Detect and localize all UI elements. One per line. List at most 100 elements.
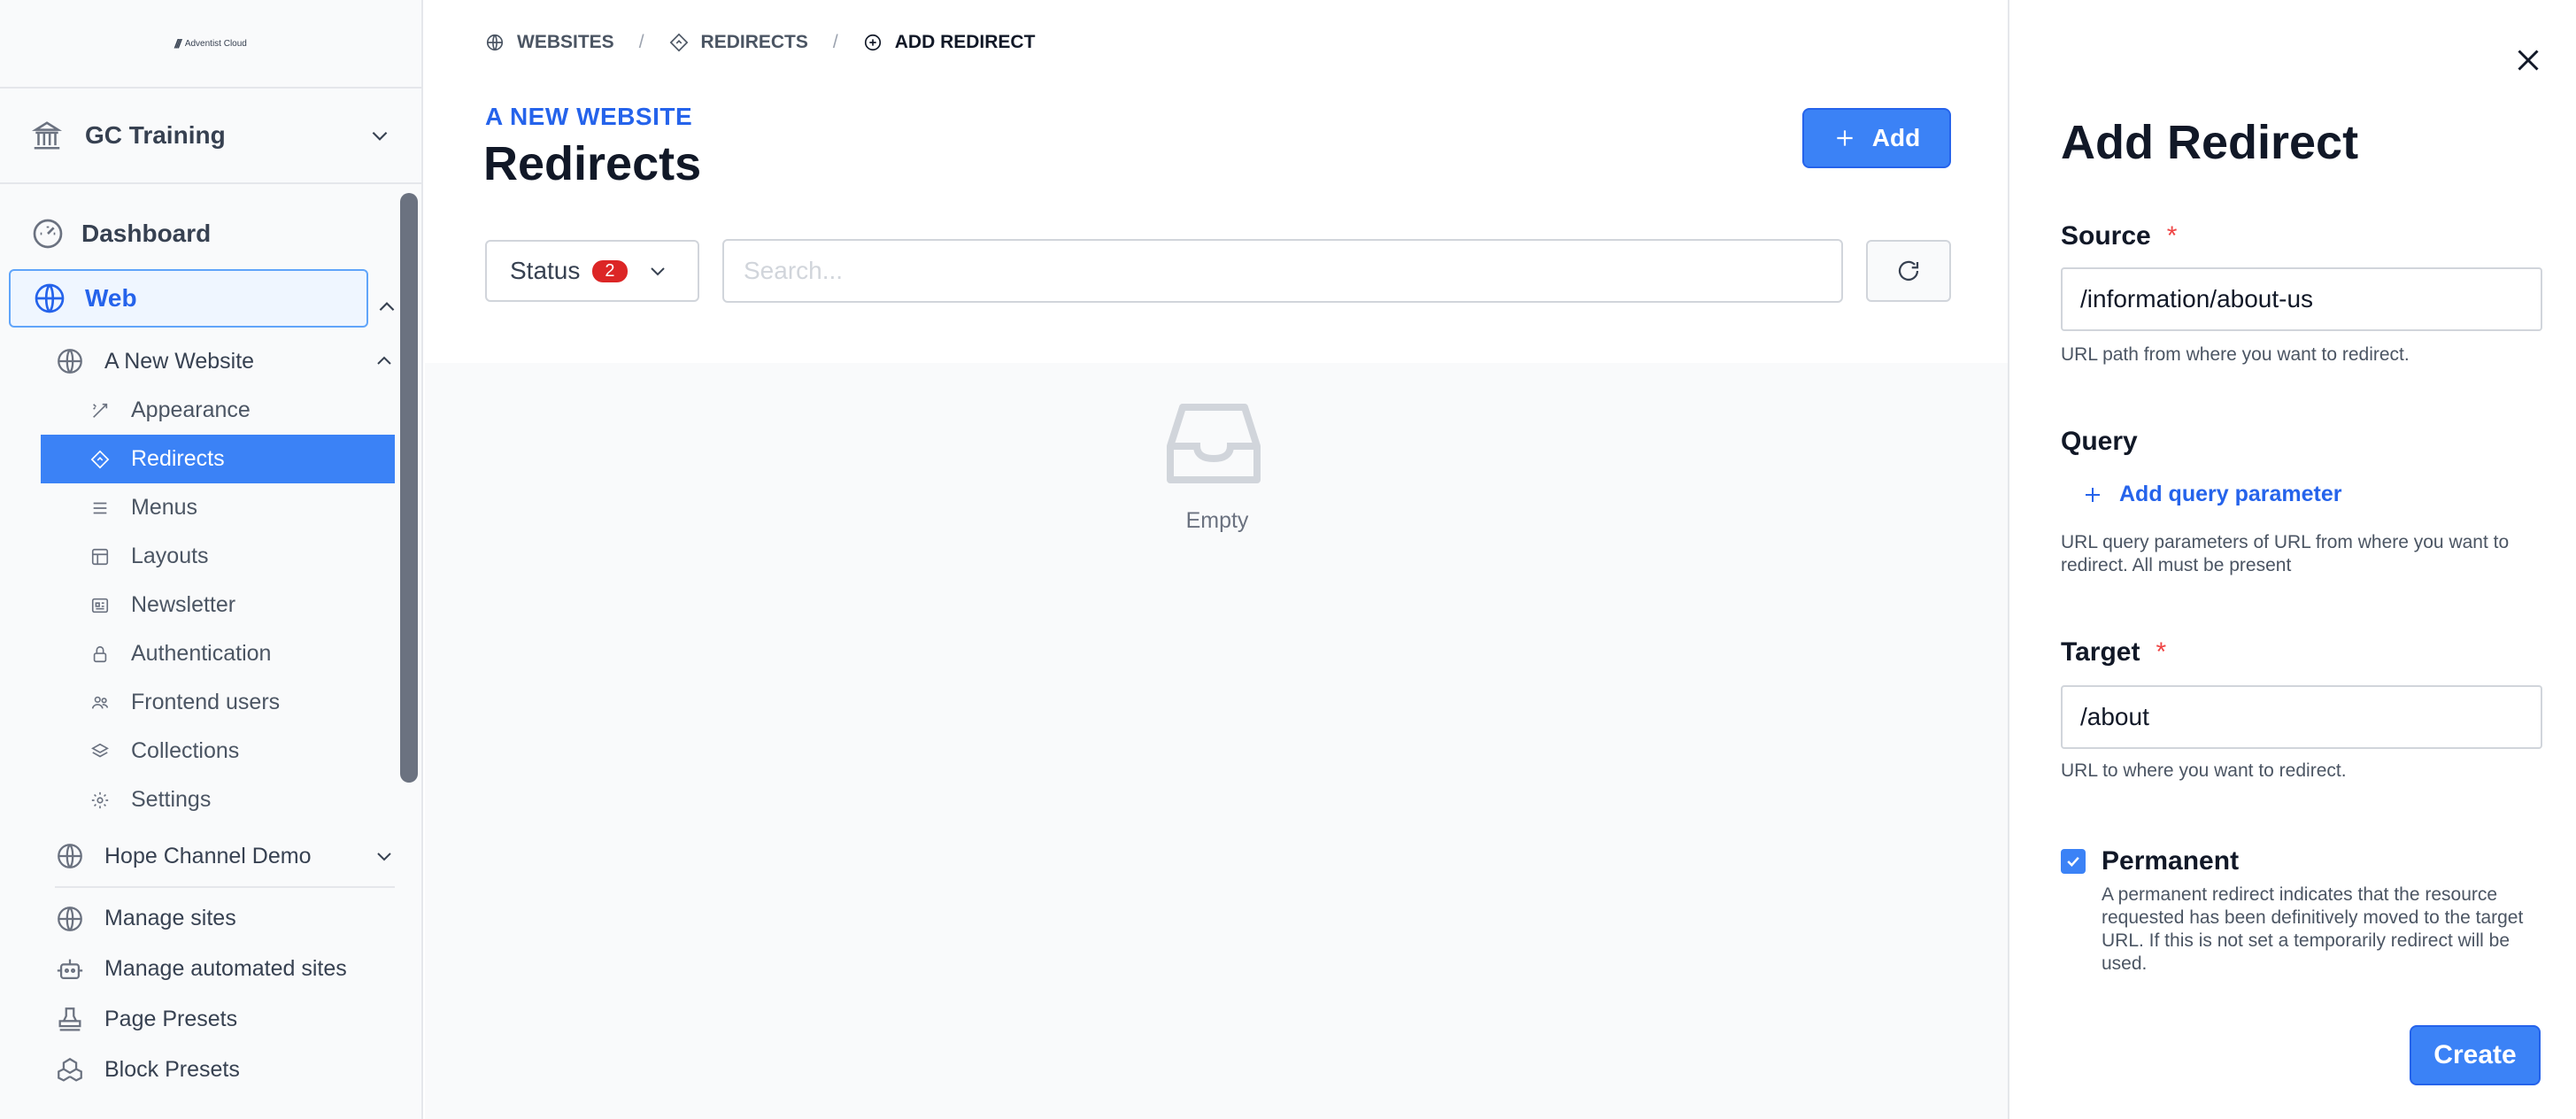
create-button[interactable]: Create bbox=[2410, 1025, 2541, 1085]
layers-icon bbox=[91, 743, 109, 757]
sidebar-item-label: Block Presets bbox=[104, 1057, 240, 1082]
site-label: A New Website bbox=[104, 348, 255, 374]
chevron-down-icon bbox=[372, 131, 388, 141]
breadcrumb-redirects[interactable]: REDIRECTS bbox=[701, 32, 808, 53]
plus-icon bbox=[2086, 487, 2100, 502]
sidebar-site-hope-channel-demo[interactable]: Hope Channel Demo bbox=[0, 831, 395, 881]
sidebar-item-label: Layouts bbox=[131, 544, 209, 568]
search-input[interactable] bbox=[722, 239, 1843, 303]
sidebar-item-settings[interactable]: Settings bbox=[0, 776, 395, 824]
globe-icon bbox=[486, 34, 504, 51]
sidebar-item-manage-automated-sites[interactable]: Manage automated sites bbox=[0, 944, 395, 994]
target-help: URL to where you want to redirect. bbox=[2061, 760, 2347, 781]
stamp-icon bbox=[58, 1007, 81, 1030]
query-help: URL query parameters of URL from where y… bbox=[2061, 532, 2510, 575]
close-icon[interactable] bbox=[2512, 44, 2544, 76]
sidebar-item-label: Manage sites bbox=[104, 906, 236, 930]
sidebar-item-menus[interactable]: Menus bbox=[0, 483, 395, 532]
required-mark: * bbox=[2166, 221, 2178, 251]
sidebar-item-manage-sites[interactable]: Manage sites bbox=[0, 893, 395, 944]
cubes-icon bbox=[58, 1057, 82, 1082]
sidebar-item-web[interactable]: Web bbox=[9, 269, 368, 328]
sidebar-item-appearance[interactable]: Appearance bbox=[0, 386, 395, 435]
add-query-parameter-label: Add query parameter bbox=[2119, 482, 2342, 506]
org-switcher[interactable]: GC Training bbox=[0, 89, 421, 184]
sidebar-item-page-presets[interactable]: Page Presets bbox=[0, 994, 395, 1045]
refresh-button[interactable] bbox=[1866, 240, 1951, 302]
sidebar-scrollbar[interactable] bbox=[400, 193, 418, 783]
target-label-text: Target bbox=[2061, 637, 2140, 667]
sidebar-item-label: Authentication bbox=[131, 641, 272, 666]
chevron-down-icon bbox=[377, 853, 391, 861]
diamond-arrow-icon bbox=[669, 33, 688, 52]
org-name: GC Training bbox=[85, 121, 226, 149]
sidebar-item-label: Settings bbox=[131, 787, 212, 812]
inbox-icon bbox=[1167, 404, 1261, 483]
required-mark: * bbox=[2156, 637, 2167, 667]
sidebar-item-label: Redirects bbox=[131, 446, 225, 471]
sidebar-item-collections[interactable]: Collections bbox=[0, 727, 395, 776]
status-filter[interactable]: Status 2 bbox=[485, 240, 699, 302]
add-button[interactable]: Add bbox=[1802, 108, 1951, 168]
breadcrumb-websites[interactable]: WEBSITES bbox=[517, 32, 614, 53]
sidebar: /// Adventist Cloud GC Training Dashboar… bbox=[0, 0, 423, 1119]
main-content: WEBSITES / REDIRECTS / ADD REDIRECT A NE… bbox=[425, 0, 2009, 1119]
sidebar-item-authentication[interactable]: Authentication bbox=[0, 629, 395, 678]
globe-icon bbox=[58, 844, 82, 868]
chevron-up-icon[interactable] bbox=[375, 296, 398, 319]
robot-icon bbox=[57, 959, 83, 979]
sidebar-site-a-new-website[interactable]: A New Website bbox=[0, 336, 395, 386]
empty-state: Empty bbox=[425, 363, 2009, 1119]
globe-icon bbox=[58, 906, 82, 931]
wand-icon bbox=[93, 403, 108, 418]
sidebar-item-label: Dashboard bbox=[81, 220, 212, 247]
lock-icon bbox=[93, 645, 107, 662]
chevron-up-icon bbox=[377, 356, 391, 365]
drawer-title: Add Redirect bbox=[2061, 116, 2359, 169]
dashboard-gauge-icon bbox=[33, 219, 63, 249]
list-icon bbox=[93, 502, 107, 513]
sidebar-item-frontend-users[interactable]: Frontend users bbox=[0, 678, 395, 727]
breadcrumb: WEBSITES / REDIRECTS / ADD REDIRECT bbox=[485, 32, 1035, 53]
sidebar-item-redirects[interactable]: Redirects bbox=[41, 435, 395, 483]
gear-icon bbox=[91, 791, 109, 808]
page-subtitle: A NEW WEBSITE bbox=[485, 103, 693, 130]
sidebar-item-label: Manage automated sites bbox=[104, 956, 347, 981]
source-label: Source * bbox=[2061, 221, 2177, 251]
add-query-parameter-link[interactable]: Add query parameter bbox=[2082, 482, 2341, 507]
page-title: Redirects bbox=[483, 137, 702, 190]
status-filter-label: Status bbox=[510, 257, 581, 284]
sidebar-item-label: Frontend users bbox=[131, 690, 281, 714]
sidebar-item-newsletter[interactable]: Newsletter bbox=[0, 581, 395, 629]
permanent-help: A permanent redirect indicates that the … bbox=[2102, 884, 2524, 974]
divider bbox=[55, 886, 395, 888]
target-input[interactable] bbox=[2061, 685, 2542, 749]
sidebar-item-label: Collections bbox=[131, 738, 240, 763]
sidebar-item-label: Menus bbox=[131, 495, 198, 520]
sidebar-item-label: Web bbox=[85, 284, 137, 312]
permanent-checkbox[interactable] bbox=[2061, 849, 2086, 874]
source-input[interactable] bbox=[2061, 267, 2542, 331]
permanent-label: Permanent bbox=[2102, 846, 2240, 876]
logo-area: /// Adventist Cloud bbox=[0, 0, 421, 89]
breadcrumb-add-redirect: ADD REDIRECT bbox=[894, 32, 1036, 52]
sidebar-item-layouts[interactable]: Layouts bbox=[0, 532, 395, 581]
logo-text: Adventist Cloud bbox=[184, 38, 247, 49]
institution-icon bbox=[31, 121, 63, 150]
target-label: Target * bbox=[2061, 637, 2166, 668]
layout-icon bbox=[91, 548, 109, 565]
site-label: Hope Channel Demo bbox=[104, 843, 312, 868]
globe-icon bbox=[58, 349, 82, 374]
users-icon bbox=[91, 696, 109, 709]
breadcrumb-separator: / bbox=[832, 32, 838, 52]
checkmark-icon bbox=[2067, 856, 2079, 867]
sidebar-item-label: Newsletter bbox=[131, 592, 236, 617]
sidebar-item-label: Appearance bbox=[131, 397, 251, 422]
sidebar-item-dashboard[interactable]: Dashboard bbox=[0, 205, 395, 262]
source-label-text: Source bbox=[2061, 221, 2151, 251]
logo[interactable]: /// Adventist Cloud bbox=[174, 36, 247, 50]
plus-circle-icon bbox=[864, 34, 881, 51]
logo-mark-icon: /// bbox=[174, 36, 181, 50]
sidebar-item-block-presets[interactable]: Block Presets bbox=[0, 1045, 395, 1095]
breadcrumb-separator: / bbox=[638, 32, 644, 52]
